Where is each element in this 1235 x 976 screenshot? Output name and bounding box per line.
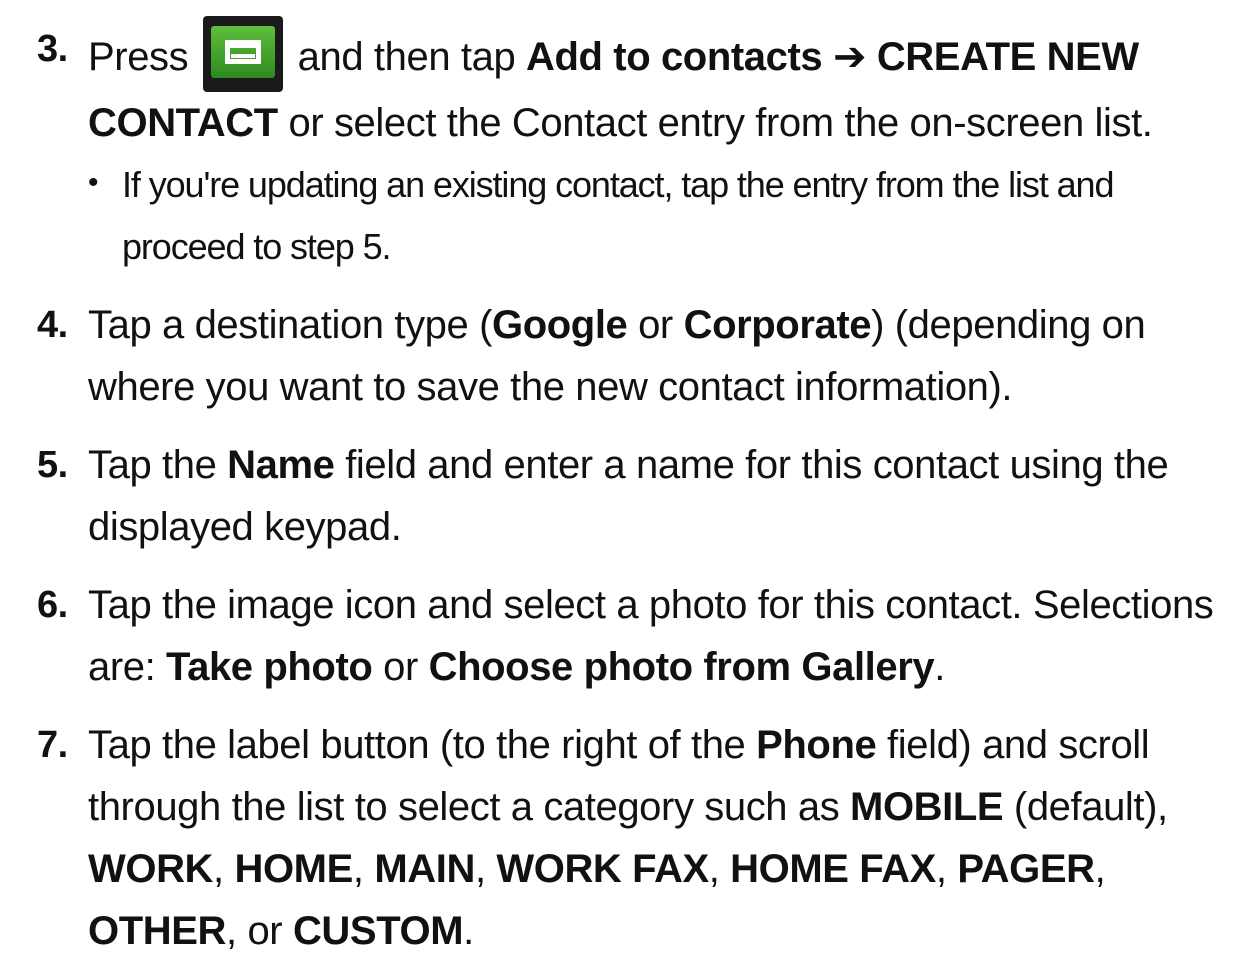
- step-text: Press and then tap Add to contacts ➔ CRE…: [88, 16, 1228, 154]
- emphasized-term: HOME FAX: [730, 847, 936, 891]
- emphasized-term: Phone: [756, 723, 877, 767]
- step-number: 5.: [37, 444, 68, 486]
- emphasized-term: WORK FAX: [496, 847, 709, 891]
- emphasized-term: WORK: [88, 847, 214, 891]
- emphasized-term: CUSTOM: [292, 909, 464, 953]
- step-number: 7.: [37, 724, 68, 766]
- menu-key-icon: [202, 16, 283, 92]
- emphasized-term: Corporate: [683, 303, 872, 347]
- emphasized-term: Choose photo from Gallery: [428, 645, 935, 689]
- bullet-text: If you're updating an existing contact, …: [122, 164, 1114, 267]
- step-text: Tap the image icon and select a photo fo…: [88, 583, 1214, 689]
- step-number: 3.: [37, 28, 68, 70]
- step-text: Tap the Name field and enter a name for …: [88, 443, 1169, 549]
- emphasized-term: Google: [492, 303, 628, 347]
- step-number: 6.: [37, 584, 68, 626]
- step-text: Tap a destination type (Google or Corpor…: [88, 303, 1146, 409]
- emphasized-term: PAGER: [957, 847, 1095, 891]
- emphasized-term: MOBILE: [850, 785, 1004, 829]
- bullet-marker: •: [88, 166, 99, 199]
- step-number: 4.: [37, 304, 68, 346]
- step-text: Tap the label button (to the right of th…: [88, 723, 1168, 953]
- emphasized-term: Take photo: [166, 645, 373, 689]
- emphasized-term: Name: [227, 443, 335, 487]
- emphasized-term: HOME: [234, 847, 353, 891]
- emphasized-term: MAIN: [374, 847, 475, 891]
- emphasized-term: OTHER: [88, 909, 227, 953]
- emphasized-term: Add to contacts: [526, 35, 823, 79]
